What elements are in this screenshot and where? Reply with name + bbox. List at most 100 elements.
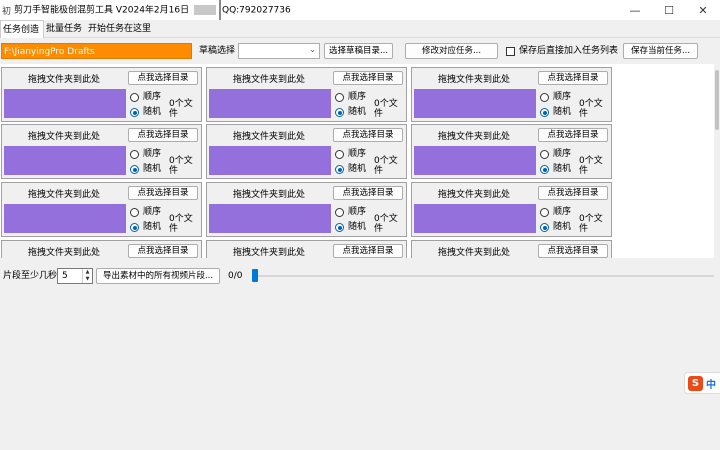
- progress-slider-thumb[interactable]: [252, 269, 258, 282]
- pick-dir-button[interactable]: 点我选择目录: [333, 186, 403, 200]
- random-radio[interactable]: [130, 165, 139, 174]
- drop-zone[interactable]: [414, 89, 536, 118]
- order-radio-label: 顺序: [143, 92, 162, 102]
- title-bar: 初 剪刀手智能极创混剪工具 V2024年2月16日 QQ:792027736 —…: [0, 0, 720, 26]
- folder-cell[interactable]: 拖拽文件夹到此处点我选择目录顺序随机0个文件: [411, 67, 612, 122]
- drop-zone[interactable]: [209, 146, 331, 175]
- maximize-button[interactable]: ☐: [652, 0, 686, 20]
- file-count: 0个文件: [169, 99, 193, 119]
- pick-dir-button[interactable]: 点我选择目录: [333, 128, 403, 142]
- order-radio[interactable]: [540, 208, 549, 217]
- drop-folder-label: 拖拽文件夹到此处: [437, 132, 510, 142]
- drop-folder-label: 拖拽文件夹到此处: [27, 75, 100, 85]
- progress-slider-track[interactable]: [252, 275, 714, 277]
- drop-zone[interactable]: [209, 89, 331, 118]
- pick-dir-button[interactable]: 点我选择目录: [538, 71, 608, 85]
- random-radio[interactable]: [130, 223, 139, 232]
- random-radio[interactable]: [130, 108, 139, 117]
- ime-badge[interactable]: S 中: [684, 372, 720, 394]
- folder-cell[interactable]: 拖拽文件夹到此处点我选择目录顺序随机0个文件: [206, 240, 407, 258]
- order-radio[interactable]: [130, 208, 139, 217]
- minimize-button[interactable]: —: [618, 0, 652, 20]
- order-radio[interactable]: [540, 150, 549, 159]
- pick-dir-button[interactable]: 点我选择目录: [538, 186, 608, 200]
- random-radio[interactable]: [540, 223, 549, 232]
- folder-cell[interactable]: 拖拽文件夹到此处点我选择目录顺序随机0个文件: [1, 124, 202, 179]
- tab-bar: 任务创造 批量任务 开始任务在这里: [0, 19, 720, 38]
- random-radio[interactable]: [335, 223, 344, 232]
- random-radio-label: 随机: [553, 164, 572, 174]
- drop-folder-label: 拖拽文件夹到此处: [27, 132, 100, 142]
- drop-folder-label: 拖拽文件夹到此处: [232, 190, 305, 200]
- title-contact: QQ:792027736: [221, 5, 291, 16]
- random-radio[interactable]: [540, 165, 549, 174]
- file-count: 0个文件: [579, 156, 603, 176]
- scrollbar-thumb[interactable]: [715, 70, 719, 130]
- choose-draft-dir-button[interactable]: 选择草稿目录...: [324, 43, 393, 59]
- export-clips-button[interactable]: 导出素材中的所有视频片段...: [96, 268, 220, 284]
- tab-start-task[interactable]: 开始任务在这里: [86, 20, 155, 38]
- folder-cell[interactable]: 拖拽文件夹到此处点我选择目录顺序随机0个文件: [206, 124, 407, 179]
- folder-cell[interactable]: 拖拽文件夹到此处点我选择目录顺序随机0个文件: [206, 182, 407, 237]
- drop-folder-label: 拖拽文件夹到此处: [232, 132, 305, 142]
- order-radio[interactable]: [335, 93, 344, 102]
- order-radio-label: 顺序: [553, 149, 572, 159]
- folder-cell[interactable]: 拖拽文件夹到此处点我选择目录顺序随机0个文件: [1, 182, 202, 237]
- title-text: 剪刀手智能极创混剪工具 V2024年2月16日: [14, 5, 190, 16]
- drop-folder-label: 拖拽文件夹到此处: [232, 75, 305, 85]
- pick-dir-button[interactable]: 点我选择目录: [128, 128, 198, 142]
- order-radio[interactable]: [130, 93, 139, 102]
- stepper-arrows-icon[interactable]: ▲ ▼: [82, 269, 92, 283]
- drop-zone[interactable]: [414, 204, 536, 233]
- random-radio[interactable]: [335, 165, 344, 174]
- random-radio[interactable]: [540, 108, 549, 117]
- folder-cell[interactable]: 拖拽文件夹到此处点我选择目录顺序随机0个文件: [1, 240, 202, 258]
- folder-cell[interactable]: 拖拽文件夹到此处点我选择目录顺序随机0个文件: [411, 240, 612, 258]
- drop-zone[interactable]: [4, 146, 126, 175]
- drop-folder-label: 拖拽文件夹到此处: [27, 190, 100, 200]
- file-count: 0个文件: [169, 214, 193, 234]
- min-seconds-value: 5: [62, 271, 68, 281]
- pick-dir-button[interactable]: 点我选择目录: [538, 128, 608, 142]
- order-radio[interactable]: [540, 93, 549, 102]
- save-add-label: 保存后直接加入任务列表: [519, 46, 619, 56]
- drop-zone[interactable]: [4, 204, 126, 233]
- draft-select[interactable]: ⌄: [238, 43, 320, 59]
- drop-zone[interactable]: [4, 89, 126, 118]
- close-button[interactable]: ✕: [686, 0, 720, 20]
- folder-cell[interactable]: 拖拽文件夹到此处 点我选择目录顺序随机 0个文件: [411, 124, 612, 179]
- pick-dir-button[interactable]: 点我选择目录: [128, 244, 198, 258]
- drop-zone[interactable]: [209, 204, 331, 233]
- random-radio-label: 随机: [143, 222, 162, 232]
- tab-batch-task[interactable]: 批量任务: [44, 20, 86, 38]
- order-radio[interactable]: [335, 208, 344, 217]
- save-add-checkbox[interactable]: [506, 47, 515, 56]
- tab-task-create[interactable]: 任务创造: [0, 19, 45, 38]
- draft-path-input[interactable]: F:\JianyingPro Drafts: [1, 43, 192, 59]
- min-seconds-stepper[interactable]: 5 ▲ ▼: [57, 268, 93, 284]
- vertical-scrollbar[interactable]: [714, 64, 720, 258]
- random-radio[interactable]: [335, 108, 344, 117]
- folder-cell[interactable]: 拖拽文件夹到此处点我选择目录顺序随机0个文件: [1, 67, 202, 122]
- pick-dir-button[interactable]: 点我选择目录: [333, 244, 403, 258]
- save-task-button[interactable]: 保存当前任务...: [623, 43, 698, 59]
- chevron-down-icon: ⌄: [309, 45, 316, 54]
- pick-dir-button[interactable]: 点我选择目录: [128, 186, 198, 200]
- folder-cell[interactable]: 拖拽文件夹到此处点我选择目录顺序随机0个文件: [411, 182, 612, 237]
- edit-task-button[interactable]: 修改对应任务...: [405, 43, 498, 59]
- min-seconds-label: 片段至少几秒: [3, 271, 58, 281]
- order-radio[interactable]: [130, 150, 139, 159]
- drop-zone[interactable]: [414, 146, 536, 175]
- order-radio-label: 顺序: [143, 149, 162, 159]
- random-radio-label: 随机: [553, 107, 572, 117]
- order-radio-label: 顺序: [553, 207, 572, 217]
- pick-dir-button[interactable]: 点我选择目录: [333, 71, 403, 85]
- progress-text: 0/0: [228, 271, 243, 281]
- pick-dir-button[interactable]: 点我选择目录: [538, 244, 608, 258]
- order-radio[interactable]: [335, 150, 344, 159]
- drop-folder-label: 拖拽文件夹到此处: [232, 248, 305, 258]
- folder-cell[interactable]: 拖拽文件夹到此处点我选择目录顺序随机0个文件: [206, 67, 407, 122]
- pick-dir-button[interactable]: 点我选择目录: [128, 71, 198, 85]
- file-count: 0个文件: [374, 99, 398, 119]
- window-controls: — ☐ ✕: [618, 0, 720, 20]
